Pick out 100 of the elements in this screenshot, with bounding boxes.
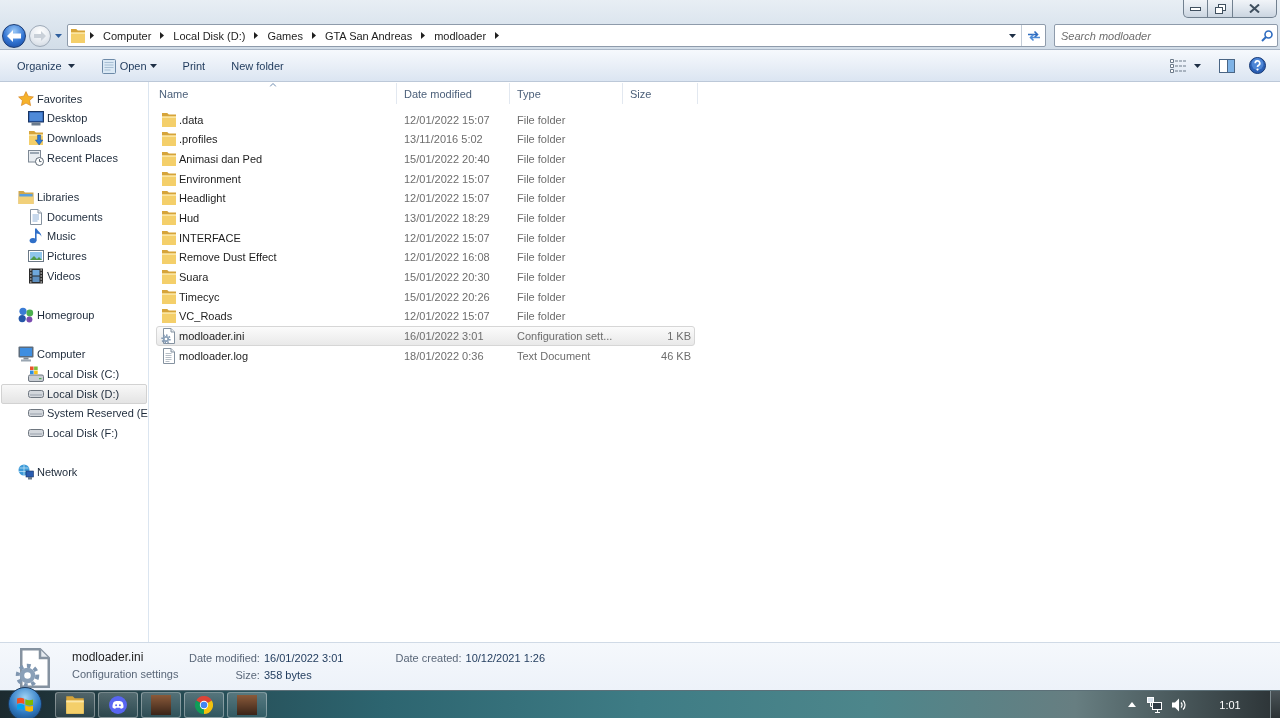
taskbar-button[interactable]: [141, 691, 181, 718]
nav-item[interactable]: Libraries: [18, 187, 82, 207]
folder-icon: [65, 694, 85, 715]
file-name: .profiles: [179, 133, 218, 146]
modified-date: 13/01/2022 18:29: [404, 212, 490, 225]
taskbar-button[interactable]: [55, 691, 95, 718]
breadcrumb-arrow-icon[interactable]: [311, 32, 316, 39]
modified-date: 12/01/2022 15:07: [404, 113, 490, 126]
file-type: File folder: [517, 310, 566, 323]
file-type: Configuration sett...: [517, 330, 613, 343]
file-row[interactable]: INTERFACE 12/01/2022 15:07 File folder: [156, 227, 695, 248]
file-name: Suara: [179, 271, 209, 284]
tray-arrow-icon[interactable]: [1128, 702, 1136, 707]
nav-item[interactable]: System Reserved (E: [28, 403, 150, 424]
caret-icon: [1194, 63, 1201, 68]
property-value: 16/01/2022 3:01: [263, 651, 344, 664]
folder-icon: [161, 210, 177, 227]
nav-item[interactable]: Recent Places: [28, 147, 120, 168]
flag-logo-icon: [17, 696, 33, 712]
file-row[interactable]: modloader.ini 16/01/2022 3:01 Configuration sett... 1 KB: [156, 326, 695, 346]
photo-placeholder: [151, 694, 171, 715]
nav-item[interactable]: Network: [18, 462, 80, 483]
taskbar-button[interactable]: [227, 691, 267, 718]
minimize-button[interactable]: [1183, 0, 1208, 18]
restore-button[interactable]: [1208, 0, 1233, 18]
toolbar-button[interactable]: Print: [175, 53, 213, 78]
back-button[interactable]: [2, 23, 26, 48]
breadcrumb[interactable]: modloader: [429, 25, 492, 46]
taskbar-button[interactable]: [184, 691, 224, 718]
file-name: modloader.log: [179, 349, 249, 362]
toolbar-button[interactable]: New folder: [224, 53, 291, 78]
nav-item[interactable]: Favorites: [18, 89, 85, 109]
volume-icon[interactable]: [1171, 696, 1187, 713]
breadcrumb-arrow-icon[interactable]: [495, 32, 500, 39]
toolbar-button[interactable]: Open: [93, 53, 164, 78]
modified-date: 12/01/2022 16:08: [404, 251, 490, 264]
file-type: File folder: [517, 290, 566, 303]
landscape-picture-icon: [28, 248, 44, 265]
file-row[interactable]: Remove Dust Effect 12/01/2022 16:08 File folder: [156, 247, 695, 268]
nav-item[interactable]: Videos: [28, 265, 83, 286]
show-desktop-button[interactable]: [1270, 691, 1280, 718]
settings-file-icon: [161, 328, 177, 345]
modified-date: 12/01/2022 15:07: [404, 310, 490, 323]
computer-icon: [18, 346, 34, 363]
breadcrumb[interactable]: Games: [262, 25, 308, 46]
file-name: Animasi dan Ped: [179, 153, 263, 166]
breadcrumb-arrow-icon[interactable]: [90, 32, 94, 39]
taskbar-button[interactable]: [98, 691, 138, 718]
property-label: Size:: [235, 668, 260, 681]
file-name: .data: [179, 113, 204, 126]
file-row[interactable]: Hud 13/01/2022 18:29 File folder: [156, 208, 695, 228]
search-field[interactable]: Search modloader: [1054, 24, 1278, 47]
breadcrumb[interactable]: GTA San Andreas: [319, 25, 418, 46]
nav-item[interactable]: Computer: [18, 344, 88, 365]
column-header[interactable]: Type: [510, 83, 623, 104]
file-row[interactable]: .data 12/01/2022 15:07 File folder: [156, 110, 695, 130]
nav-item[interactable]: Homegroup: [18, 305, 97, 325]
folder-icon: [161, 269, 177, 286]
nav-item[interactable]: Music: [28, 226, 78, 247]
folder-icon: [161, 288, 177, 305]
start-button[interactable]: [8, 687, 42, 718]
file-row[interactable]: Environment 12/01/2022 15:07 File folder: [156, 168, 695, 189]
column-header[interactable]: Size: [623, 83, 698, 104]
file-row[interactable]: Timecyc 15/01/2022 20:26 File folder: [156, 286, 695, 307]
file-row[interactable]: .profiles 13/11/2016 5:02 File folder: [156, 129, 695, 150]
breadcrumb[interactable]: Local Disk (D:): [168, 25, 251, 46]
network-icon[interactable]: [1147, 696, 1163, 713]
clock[interactable]: 1:01: [1200, 698, 1260, 711]
toolbar-button[interactable]: Organize: [10, 53, 82, 78]
nav-item[interactable]: Desktop: [28, 108, 90, 129]
system-drive-icon: [28, 366, 44, 382]
nav-item[interactable]: Local Disk (C:): [28, 364, 122, 384]
nav-item[interactable]: Downloads: [28, 128, 104, 148]
file-row[interactable]: modloader.log 18/01/2022 0:36 Text Document 46 KB: [156, 345, 695, 366]
details-view-icon: [1170, 58, 1186, 73]
nav-item[interactable]: Pictures: [28, 246, 89, 266]
nav-item[interactable]: Local Disk (F:): [28, 423, 120, 443]
file-row[interactable]: Headlight 12/01/2022 15:07 File folder: [156, 188, 695, 209]
close-icon: [1249, 4, 1260, 13]
breadcrumb-arrow-icon[interactable]: [160, 32, 165, 39]
modified-date: 12/01/2022 15:07: [404, 231, 490, 244]
address-bar[interactable]: Computer Local Disk (D:) Games GTA San Andreas modloader: [67, 24, 1046, 47]
close-button[interactable]: [1233, 0, 1277, 18]
file-name: Hud: [179, 212, 200, 225]
photo-placeholder: [237, 694, 257, 715]
controller-logo-icon: [109, 695, 127, 714]
file-row[interactable]: Animasi dan Ped 15/01/2022 20:40 File folder: [156, 149, 695, 169]
file-row[interactable]: VC_Roads 12/01/2022 15:07 File folder: [156, 306, 695, 327]
breadcrumb[interactable]: Computer: [98, 25, 157, 46]
breadcrumb-arrow-icon[interactable]: [421, 32, 426, 39]
nav-item[interactable]: Local Disk (D:): [1, 383, 147, 404]
breadcrumb-arrow-icon[interactable]: [254, 32, 259, 39]
column-header[interactable]: Date modified: [397, 83, 510, 104]
nav-item[interactable]: Documents: [28, 206, 105, 227]
file-type: File folder: [517, 172, 566, 185]
star-icon: [18, 90, 34, 107]
clock-window-icon: [28, 149, 44, 166]
file-row[interactable]: Suara 15/01/2022 20:30 File folder: [156, 267, 695, 287]
document-icon: [28, 208, 44, 225]
column-header[interactable]: Name: [149, 83, 397, 104]
